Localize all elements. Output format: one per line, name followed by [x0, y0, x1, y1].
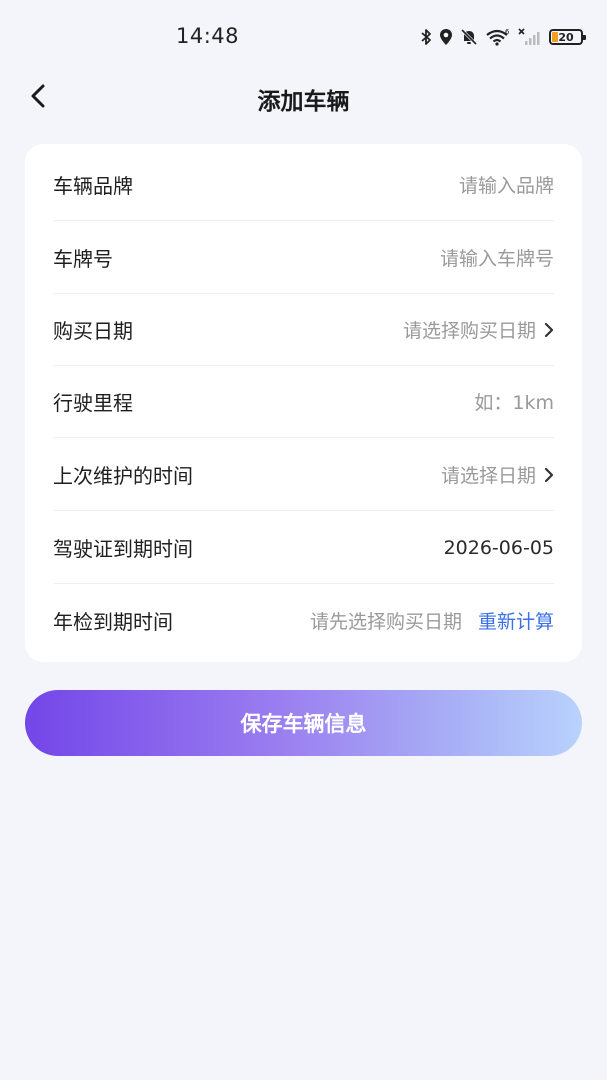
- form-row-purchase-date[interactable]: 购买日期 请选择购买日期: [53, 294, 554, 366]
- plate-input[interactable]: 请输入车牌号: [440, 244, 554, 271]
- location-icon: [439, 28, 453, 46]
- brand-input[interactable]: 请输入品牌: [459, 171, 554, 198]
- form-row-inspection-expiry: 年检到期时间 请先选择购买日期 重新计算: [53, 584, 554, 656]
- license-expiry-value[interactable]: 2026-06-05: [444, 537, 554, 559]
- form-row-license-expiry[interactable]: 驾驶证到期时间 2026-06-05: [53, 512, 554, 584]
- save-vehicle-button[interactable]: 保存车辆信息: [25, 690, 582, 756]
- recalculate-link[interactable]: 重新计算: [478, 607, 554, 634]
- signal-icon: [518, 28, 542, 46]
- chevron-right-icon: [544, 322, 554, 338]
- nav-bar: 添加车辆: [0, 74, 607, 120]
- inspection-expiry-label: 年检到期时间: [53, 609, 173, 634]
- bluetooth-icon: [420, 28, 432, 46]
- svg-text:6: 6: [505, 28, 510, 36]
- bell-muted-icon: [460, 28, 478, 46]
- license-expiry-label: 驾驶证到期时间: [53, 537, 193, 561]
- form-row-last-maintenance[interactable]: 上次维护的时间 请选择日期: [53, 439, 554, 511]
- purchase-date-label: 购买日期: [53, 319, 133, 343]
- chevron-right-icon: [544, 467, 554, 483]
- status-time: 14:48: [176, 24, 240, 48]
- form-row-plate[interactable]: 车牌号 请输入车牌号: [53, 222, 554, 294]
- inspection-expiry-value: 请先选择购买日期: [309, 610, 462, 633]
- page-title: 添加车辆: [257, 89, 350, 115]
- battery-level: 20: [558, 30, 574, 44]
- plate-label: 车牌号: [53, 247, 113, 271]
- form-row-mileage[interactable]: 行驶里程 如：1km: [53, 366, 554, 438]
- last-maintenance-label: 上次维护的时间: [53, 464, 193, 488]
- mileage-label: 行驶里程: [53, 391, 133, 415]
- purchase-date-picker[interactable]: 请选择购买日期: [403, 316, 536, 343]
- vehicle-form-card: 车辆品牌 请输入品牌 车牌号 请输入车牌号 购买日期 请选择购买日期 行驶里程 …: [25, 144, 582, 662]
- status-icons: 6 20: [420, 26, 586, 48]
- brand-label: 车辆品牌: [53, 174, 133, 198]
- wifi-icon: 6: [485, 28, 511, 46]
- mileage-input[interactable]: 如：1km: [474, 388, 554, 415]
- form-row-brand[interactable]: 车辆品牌 请输入品牌: [53, 149, 554, 221]
- status-bar: 14:48 6 20: [0, 0, 607, 74]
- battery-icon: 20: [549, 29, 586, 45]
- last-maintenance-picker[interactable]: 请选择日期: [441, 461, 536, 488]
